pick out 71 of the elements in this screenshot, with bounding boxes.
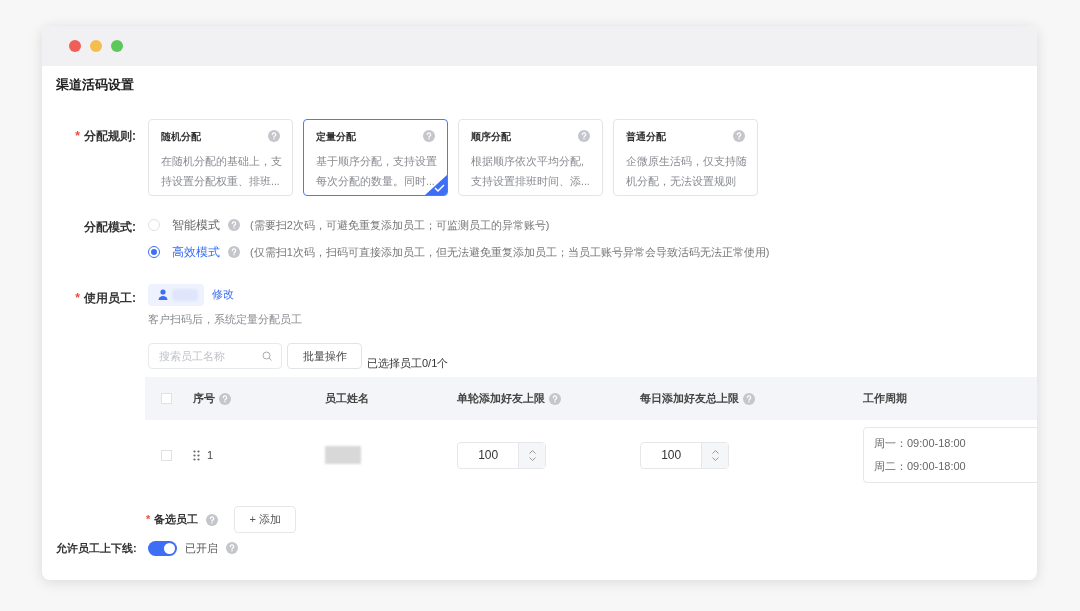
- card-description: 在随机分配的基础上，支: [161, 153, 280, 169]
- help-icon[interactable]: [219, 392, 231, 405]
- radio-label[interactable]: 高效模式: [172, 243, 220, 261]
- field-label: 分配模式:: [84, 219, 136, 234]
- required-mark: *: [75, 290, 80, 305]
- card-description: 企微原生活码，仅支持随: [626, 153, 745, 169]
- required-mark: *: [75, 128, 80, 143]
- rule-card[interactable]: 顺序分配 根据顺序依次平均分配, 支持设置排班时间、添...: [458, 118, 603, 196]
- page-title: 渠道活码设置: [56, 76, 135, 94]
- blurred-name: [325, 446, 361, 464]
- card-description: 机分配，无法设置规则: [626, 173, 737, 189]
- help-icon[interactable]: [578, 130, 590, 142]
- help-icon[interactable]: [228, 219, 240, 231]
- card-title: 随机分配: [161, 129, 201, 144]
- toggle-switch[interactable]: [148, 540, 177, 556]
- edit-link[interactable]: 修改: [212, 286, 234, 303]
- column-header: 工作周期: [863, 391, 907, 407]
- field-label: 分配规则:: [84, 128, 136, 143]
- minimize-icon[interactable]: [90, 40, 102, 52]
- mode-note: (仅需扫1次码，扫码可直接添加员工，但无法避免重复添加员工；当员工账号异常会导致活码无法正常使用): [250, 244, 770, 260]
- selected-count: 已选择员工0/1个: [367, 355, 449, 371]
- drag-handle-icon[interactable]: [193, 449, 200, 461]
- maximize-icon[interactable]: [111, 40, 123, 52]
- required-mark: *: [146, 513, 151, 526]
- mode-note: (需要扫2次码，可避免重复添加员工；可监测员工的异常账号): [250, 217, 550, 233]
- card-title: 定量分配: [316, 129, 356, 144]
- add-button[interactable]: + 添加: [234, 506, 297, 533]
- header-checkbox[interactable]: [161, 393, 172, 404]
- field-label: 备选员工: [154, 513, 199, 526]
- search-icon: [262, 351, 272, 361]
- column-header: 序号: [193, 391, 215, 407]
- toggle-status: 已开启: [185, 541, 218, 556]
- rule-card[interactable]: 随机分配 在随机分配的基础上，支 持设置分配权重、排班...: [148, 118, 293, 196]
- column-header: 员工姓名: [325, 391, 369, 407]
- help-icon[interactable]: [423, 130, 435, 142]
- checkmark-corner-icon: [425, 174, 447, 195]
- help-icon[interactable]: [206, 513, 219, 526]
- card-description: 基于顺序分配，支持设置: [316, 153, 435, 169]
- spinner-up-icon[interactable]: [711, 449, 719, 454]
- batch-button[interactable]: 批量操作: [287, 343, 362, 369]
- field-label: 允许员工上下线:: [56, 541, 138, 556]
- spinner-down-icon[interactable]: [711, 456, 719, 461]
- spinner-up-icon[interactable]: [528, 449, 536, 454]
- help-icon[interactable]: [549, 392, 561, 405]
- help-icon[interactable]: [268, 130, 280, 142]
- number-input[interactable]: 100: [457, 441, 546, 469]
- help-icon[interactable]: [733, 130, 745, 142]
- card-description: 支持设置排班时间、添...: [471, 173, 590, 189]
- radio-label[interactable]: 智能模式: [172, 216, 220, 234]
- column-header: 单轮添加好友上限: [457, 391, 545, 407]
- help-icon[interactable]: [228, 246, 240, 258]
- card-title: 顺序分配: [471, 129, 511, 144]
- card-title: 普通分配: [626, 129, 666, 144]
- close-icon[interactable]: [69, 40, 81, 52]
- spinner-down-icon[interactable]: [528, 456, 536, 461]
- schedule-text: 周一：09:00-18:00: [874, 437, 967, 450]
- help-icon[interactable]: [743, 392, 755, 405]
- user-icon: [158, 289, 168, 300]
- column-header: 每日添加好友总上限: [640, 391, 739, 407]
- hint-text: 客户扫码后，系统定量分配员工: [148, 311, 303, 327]
- field-label: 使用员工:: [84, 290, 136, 305]
- card-description: 每次分配的数量。同时...: [316, 173, 435, 189]
- help-icon[interactable]: [226, 542, 238, 555]
- row-index: 1: [207, 447, 214, 463]
- card-description: 根据顺序依次平均分配,: [471, 153, 585, 169]
- card-description: 持设置分配权重、排班...: [161, 173, 280, 189]
- rule-card[interactable]: 定量分配 基于顺序分配，支持设置 每次分配的数量。同时...: [303, 118, 448, 196]
- rule-card[interactable]: 普通分配 企微原生活码，仅支持随 机分配，无法设置规则: [613, 118, 758, 196]
- number-input[interactable]: 100: [640, 441, 729, 469]
- schedule-text: 周二：09:00-18:00: [874, 460, 967, 473]
- row-checkbox[interactable]: [161, 449, 172, 461]
